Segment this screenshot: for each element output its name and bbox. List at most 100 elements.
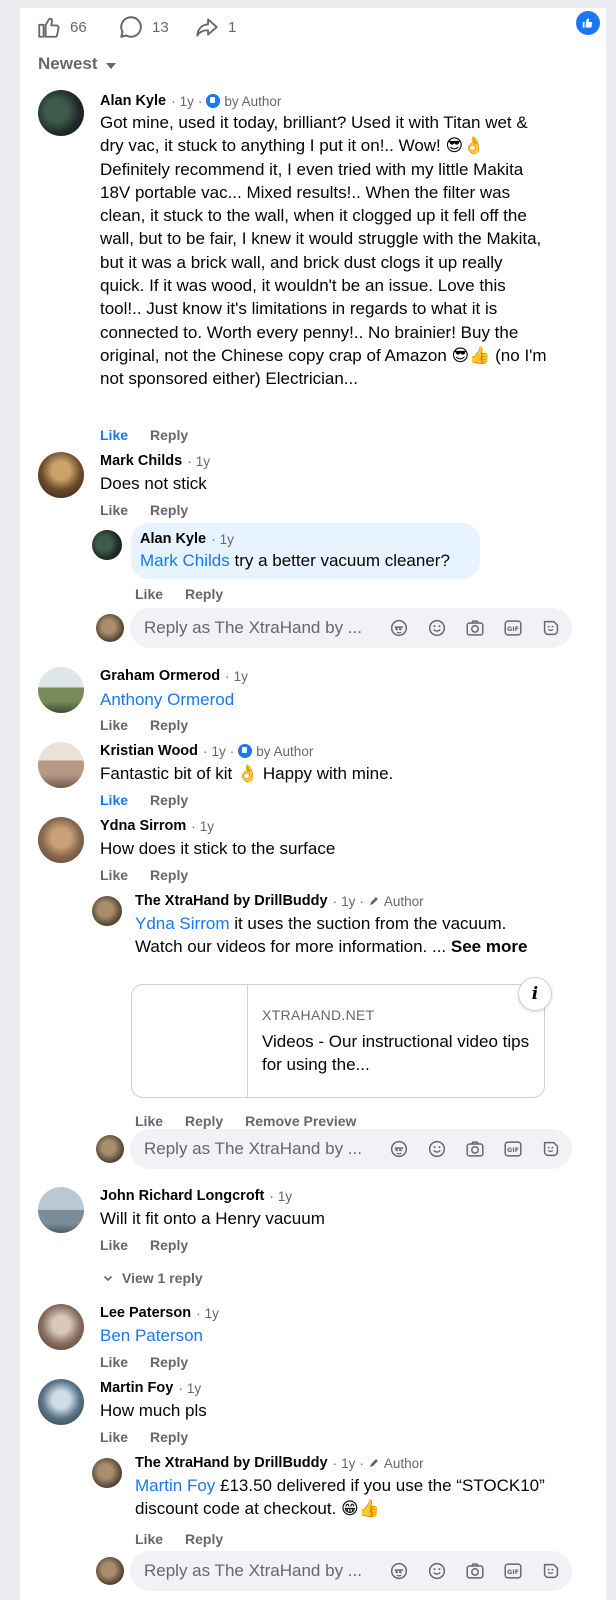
reply-input[interactable]: Reply as The XtraHand by ... GIF bbox=[130, 1551, 572, 1591]
reply-button[interactable]: Reply bbox=[185, 1113, 223, 1129]
emoji-icon[interactable] bbox=[426, 617, 448, 639]
like-button[interactable]: Like bbox=[100, 427, 128, 443]
reply-button[interactable]: Reply bbox=[150, 427, 188, 443]
reply-button[interactable]: Reply bbox=[150, 502, 188, 518]
commenter-name[interactable]: Ydna Sirrom bbox=[100, 818, 186, 834]
timestamp[interactable]: 1y bbox=[341, 894, 355, 909]
author-badge-icon bbox=[238, 744, 253, 758]
emoji-icon[interactable] bbox=[426, 1138, 448, 1160]
like-count-button[interactable]: 66 bbox=[36, 14, 87, 40]
commenter-name[interactable]: Alan Kyle bbox=[140, 531, 206, 547]
commenter-name[interactable]: Lee Paterson bbox=[100, 1305, 191, 1321]
commenter-name[interactable]: Kristian Wood bbox=[100, 743, 198, 759]
reply-button[interactable]: Reply bbox=[150, 792, 188, 808]
timestamp[interactable]: 1y bbox=[234, 669, 248, 684]
info-icon[interactable]: i bbox=[518, 977, 552, 1011]
timestamp[interactable]: 1y bbox=[205, 1306, 219, 1321]
page-avatar bbox=[96, 1557, 124, 1585]
see-more-link[interactable]: See more bbox=[451, 937, 528, 956]
like-button[interactable]: Like bbox=[135, 1531, 163, 1547]
commenter-name[interactable]: Mark Childs bbox=[100, 453, 182, 469]
link-preview-card[interactable]: XTRAHAND.NET Videos - Our instructional … bbox=[131, 977, 552, 1098]
like-button[interactable]: Like bbox=[100, 1237, 128, 1253]
gif-icon[interactable]: GIF bbox=[502, 1560, 524, 1582]
comment-header: Alan Kyle · 1y · by Author bbox=[100, 93, 282, 109]
comment-actions: Like Reply bbox=[100, 427, 188, 443]
remove-preview-button[interactable]: Remove Preview bbox=[245, 1113, 356, 1129]
timestamp[interactable]: 1y bbox=[220, 532, 234, 547]
avatar-sticker-icon[interactable] bbox=[388, 1138, 410, 1160]
commenter-name[interactable]: Martin Foy bbox=[100, 1380, 173, 1396]
comment-text: Mark Childs try a better vacuum cleaner? bbox=[140, 551, 450, 570]
page-avatar[interactable] bbox=[92, 896, 122, 926]
mention-link[interactable]: Ben Paterson bbox=[100, 1326, 203, 1345]
reply-button[interactable]: Reply bbox=[150, 717, 188, 733]
view-replies-button[interactable]: View 1 reply bbox=[102, 1270, 203, 1286]
like-button[interactable]: Like bbox=[135, 586, 163, 602]
reply-button[interactable]: Reply bbox=[150, 1237, 188, 1253]
mention-link[interactable]: Ydna Sirrom bbox=[135, 914, 229, 933]
avatar[interactable] bbox=[92, 530, 122, 560]
page-avatar[interactable] bbox=[92, 1458, 122, 1488]
timestamp[interactable]: 1y bbox=[278, 1189, 292, 1204]
sort-label: Newest bbox=[38, 54, 98, 73]
timestamp[interactable]: 1y bbox=[196, 454, 210, 469]
sort-dropdown[interactable]: Newest bbox=[38, 54, 116, 74]
reply-input[interactable]: Reply as The XtraHand by ... GIF bbox=[130, 1129, 572, 1169]
like-button[interactable]: Like bbox=[100, 792, 128, 808]
like-button[interactable]: Like bbox=[100, 717, 128, 733]
commenter-name[interactable]: The XtraHand by DrillBuddy bbox=[135, 1455, 328, 1471]
commenter-name[interactable]: Alan Kyle bbox=[100, 93, 166, 109]
like-button[interactable]: Like bbox=[135, 1113, 163, 1129]
mention-link[interactable]: Mark Childs bbox=[140, 551, 230, 570]
reply-input[interactable]: Reply as The XtraHand by ... GIF bbox=[130, 608, 572, 648]
timestamp[interactable]: 1y bbox=[212, 744, 226, 759]
avatar[interactable] bbox=[38, 742, 84, 788]
sticker-icon[interactable] bbox=[540, 1560, 562, 1582]
comment-actions: Like Reply bbox=[135, 586, 223, 602]
comment-bubble-icon bbox=[120, 16, 142, 38]
camera-icon[interactable] bbox=[464, 617, 486, 639]
sticker-icon[interactable] bbox=[540, 1138, 562, 1160]
reply-button[interactable]: Reply bbox=[185, 586, 223, 602]
page-avatar bbox=[96, 614, 124, 642]
commenter-name[interactable]: The XtraHand by DrillBuddy bbox=[135, 893, 328, 909]
sticker-icon[interactable] bbox=[540, 617, 562, 639]
gif-icon[interactable]: GIF bbox=[502, 1138, 524, 1160]
like-button[interactable]: Like bbox=[100, 1354, 128, 1370]
reply-button[interactable]: Reply bbox=[150, 1429, 188, 1445]
emoji-icon[interactable] bbox=[426, 1560, 448, 1582]
timestamp[interactable]: 1y bbox=[180, 94, 194, 109]
author-badge: by Author bbox=[224, 93, 282, 109]
avatar[interactable] bbox=[38, 667, 84, 713]
avatar[interactable] bbox=[38, 817, 84, 863]
reply-button[interactable]: Reply bbox=[185, 1531, 223, 1547]
reply-button[interactable]: Reply bbox=[150, 867, 188, 883]
commenter-name[interactable]: Graham Ormerod bbox=[100, 668, 220, 684]
camera-icon[interactable] bbox=[464, 1560, 486, 1582]
timestamp[interactable]: 1y bbox=[187, 1381, 201, 1396]
timestamp[interactable]: 1y bbox=[341, 1456, 355, 1471]
mention-link[interactable]: Anthony Ormerod bbox=[100, 690, 234, 709]
like-reaction-icon[interactable] bbox=[576, 11, 600, 35]
comment-count-button[interactable]: 13 bbox=[118, 14, 169, 40]
avatar[interactable] bbox=[38, 1304, 84, 1350]
camera-icon[interactable] bbox=[464, 1138, 486, 1160]
gif-icon[interactable]: GIF bbox=[502, 617, 524, 639]
avatar[interactable] bbox=[38, 90, 84, 136]
avatar[interactable] bbox=[38, 452, 84, 498]
avatar[interactable] bbox=[38, 1379, 84, 1425]
share-count-button[interactable]: 1 bbox=[194, 14, 236, 40]
like-button[interactable]: Like bbox=[100, 1429, 128, 1445]
like-button[interactable]: Like bbox=[100, 867, 128, 883]
reply-button[interactable]: Reply bbox=[150, 1354, 188, 1370]
avatar-sticker-icon[interactable] bbox=[388, 1560, 410, 1582]
comment-actions: Like Reply bbox=[135, 1531, 223, 1547]
avatar-sticker-icon[interactable] bbox=[388, 617, 410, 639]
like-button[interactable]: Like bbox=[100, 502, 128, 518]
comment-actions: Like Reply Remove Preview bbox=[135, 1113, 356, 1129]
mention-link[interactable]: Martin Foy bbox=[135, 1476, 215, 1495]
commenter-name[interactable]: John Richard Longcroft bbox=[100, 1188, 264, 1204]
timestamp[interactable]: 1y bbox=[200, 819, 214, 834]
avatar[interactable] bbox=[38, 1187, 84, 1233]
